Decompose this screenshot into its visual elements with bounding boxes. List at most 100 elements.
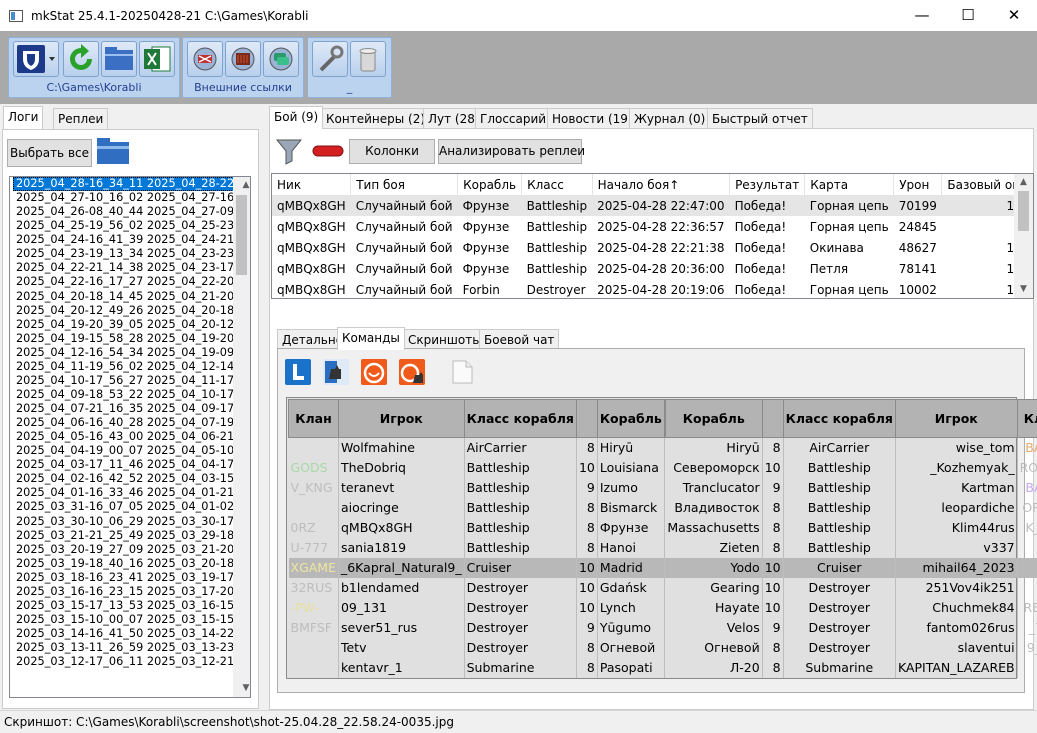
team-view-l-button[interactable] [285, 359, 311, 385]
log-item[interactable]: 2025_04_23-19_13_34 2025_04_23-23_14_58 [13, 247, 250, 261]
maximize-button[interactable]: ☐ [945, 0, 991, 31]
team-view-ship-button[interactable] [323, 359, 349, 385]
battles-scroll-up-icon[interactable]: ▲ [1014, 174, 1033, 191]
log-item[interactable]: 2025_03_19-18_40_16 2025_03_20-18_42_23 [13, 557, 250, 571]
log-item[interactable]: 2025_04_20-18_14_45 2025_04_21-20_53_08 [13, 290, 250, 304]
link-button-1[interactable] [187, 41, 223, 77]
tab-main-4[interactable]: Новости (19) [547, 108, 638, 129]
team-row[interactable]: aiocringe Battleship 8 Bismarck Владивосток 8… [288, 497, 1037, 518]
log-item[interactable]: 2025_03_12-17_06_11 2025_03_12-21_15_47 [13, 655, 250, 669]
close-button[interactable]: ✕ [991, 0, 1037, 31]
log-item[interactable]: 2025_03_31-16_07_05 2025_04_01-02_49_41 [13, 500, 250, 514]
log-item[interactable]: 2025_03_30-10_06_29 2025_03_30-17_47_57 [13, 515, 250, 529]
log-item[interactable]: 2025_04_07-21_16_35 2025_04_09-17_25_45 [13, 402, 250, 416]
log-item[interactable]: 2025_03_20-19_27_09 2025_03_21-20_24_48 [13, 543, 250, 557]
battle-row[interactable]: qMBQx8GH Случайный бой Forbin Destroyer 2025… [272, 279, 1033, 298]
log-item[interactable]: 2025_03_14-16_41_50 2025_03_14-22_53_47 [13, 627, 250, 641]
tab-main-6[interactable]: Быстрый отчет [707, 108, 813, 129]
excel-export-button[interactable] [139, 41, 175, 77]
tab-logs[interactable]: Логи [3, 106, 44, 129]
log-item[interactable]: 2025_03_18-16_23_41 2025_03_19-17_17_51 [13, 571, 250, 585]
teams-header-ship[interactable]: Корабль [664, 399, 763, 438]
log-item[interactable]: 2025_03_15-10_00_07 2025_03_15-15_31_28 [13, 613, 250, 627]
battles-col-header[interactable]: Карта [804, 174, 895, 195]
battles-col-header[interactable]: Тип боя [350, 174, 459, 195]
scroll-up-icon[interactable]: ▲ [236, 177, 250, 194]
analyze-replays-button[interactable]: Анализировать реплеи [438, 139, 585, 164]
columns-button[interactable]: Колонки [349, 139, 435, 164]
battles-col-header[interactable]: Корабль [457, 174, 523, 195]
teams-header-player[interactable]: Игрок [337, 399, 465, 438]
battles-scroll-down-icon[interactable]: ▼ [1014, 281, 1033, 298]
refresh-button[interactable] [63, 41, 99, 77]
tab-main-1[interactable]: Контейнеры (2) [321, 108, 431, 129]
log-item[interactable]: 2025_04_25-19_56_02 2025_04_25-23_56_38 [13, 219, 250, 233]
tab-main-5[interactable]: Журнал (0) [629, 108, 711, 129]
team-row[interactable]: BMFSF sever51_rus Destroyer 9 Yūgumo Velos 9 De… [288, 617, 1037, 638]
log-item[interactable]: 2025_04_05-16_43_00 2025_04_06-21_16_41 [13, 430, 250, 444]
link-button-3[interactable] [263, 41, 299, 77]
log-item[interactable]: 2025_04_19-20_39_05 2025_04_20-12_49_21 [13, 318, 250, 332]
team-row[interactable]: XGAME _6Kapral_Natural9_ Cruiser 10 Madrid Yo… [288, 557, 1037, 578]
log-item[interactable]: 2025_03_21-21_25_49 2025_03_29-18_22_00 [13, 529, 250, 543]
tab-replays[interactable]: Реплеи [53, 108, 109, 129]
log-item[interactable]: 2025_04_24-16_41_39 2025_04_24-21_38_17 [13, 233, 250, 247]
open-folder-button[interactable] [101, 41, 137, 77]
settings-button[interactable] [312, 41, 348, 77]
log-item[interactable]: 2025_04_06-16_40_28 2025_04_07-19_23_37 [13, 416, 250, 430]
team-view-face-ship-button[interactable] [399, 359, 425, 385]
log-scrollbar[interactable]: ▲ ▼ [233, 177, 250, 697]
teams-header-player[interactable]: Игрок [894, 399, 1018, 438]
filter-button[interactable] [275, 137, 303, 165]
log-item[interactable]: 2025_04_20-12_49_26 2025_04_20-18_14_41 [13, 304, 250, 318]
team-row[interactable]: Tetv Destroyer 8 Огневой Огневой 8 Destroyer sl… [288, 637, 1037, 658]
team-row[interactable]: 32RUS b1lendamed Destroyer 10 Gdańsk Gearing 1… [288, 577, 1037, 598]
log-item[interactable]: 2025_04_02-16_42_52 2025_04_03-15_57_18 [13, 472, 250, 486]
tab-main-0[interactable]: Бой (9) [269, 106, 324, 129]
game-select-button[interactable] [13, 41, 59, 77]
log-item[interactable]: 2025_04_12-16_54_34 2025_04_19-09_36_34 [13, 346, 250, 360]
battles-col-header[interactable]: Начало боя↑ [592, 174, 731, 195]
log-item[interactable]: 2025_04_01-16_33_46 2025_04_01-21_28_25 [13, 486, 250, 500]
log-item[interactable]: 2025_03_15-17_13_53 2025_03_16-15_38_28 [13, 599, 250, 613]
team-view-face-button[interactable] [361, 359, 387, 385]
tab-main-3[interactable]: Глоссарий [475, 108, 552, 129]
log-item[interactable]: 2025_04_22-16_17_27 2025_04_22-20_02_50 [13, 275, 250, 289]
battles-scrollbar[interactable]: ▲ ▼ [1014, 174, 1033, 298]
teams-header-tier[interactable] [575, 399, 598, 438]
team-row[interactable]: U-777 sania1819 Battleship 8 Hanoi Zieten 8 Bat… [288, 537, 1037, 558]
log-item[interactable]: 2025_04_22-21_14_38 2025_04_23-17_29_45 [13, 261, 250, 275]
battles-col-header[interactable]: Ник [272, 174, 352, 195]
battle-row[interactable]: qMBQx8GH Случайный бой Фрунзе Battleship 202… [272, 195, 1033, 216]
battles-col-header[interactable]: Урон [893, 174, 943, 195]
log-item[interactable]: 2025_04_04-19_00_07 2025_04_05-10_04_40 [13, 444, 250, 458]
tab-detail-1[interactable]: Команды [337, 327, 405, 350]
log-scroll-thumb[interactable] [236, 195, 247, 275]
log-item[interactable]: 2025_04_09-18_53_22 2025_04_10-17_19_51 [13, 388, 250, 402]
select-all-button[interactable]: Выбрать все [7, 139, 92, 167]
tab-detail-2[interactable]: Скриншоты [403, 329, 487, 350]
log-item[interactable]: 2025_04_19-15_58_28 2025_04_19-20_22_31 [13, 332, 250, 346]
teams-header-tier[interactable] [761, 399, 784, 438]
log-item[interactable]: 2025_03_16-16_23_15 2025_03_17-20_04_04 [13, 585, 250, 599]
trash-button[interactable] [350, 41, 386, 77]
battles-col-header[interactable]: Результат [729, 174, 806, 195]
teams-header-clan[interactable]: Клан [1016, 399, 1037, 438]
log-item[interactable]: 2025_04_03-17_11_46 2025_04_04-17_10_22 [13, 458, 250, 472]
log-item[interactable]: 2025_04_10-17_56_27 2025_04_11-17_51_50 [13, 374, 250, 388]
tab-detail-3[interactable]: Боевой чат [479, 329, 560, 350]
copy-button[interactable] [447, 357, 473, 384]
battles-scroll-thumb[interactable] [1018, 191, 1029, 231]
team-row[interactable]: 0RZ qMBQx8GH Battleship 8 Фрунзе Massachusett… [288, 517, 1037, 538]
log-item[interactable]: 2025_04_11-19_56_02 2025_04_12-14_45_08 [13, 360, 250, 374]
team-row[interactable]: -PW- 09_131 Destroyer 10 Lynch Hayate 10 Destro… [288, 597, 1037, 618]
folder-button[interactable] [96, 136, 130, 166]
team-row[interactable]: kentavr_1 Submarine 8 Pasopati Л-20 8 Submarin… [288, 657, 1037, 678]
teams-header-ship[interactable]: Корабль [596, 399, 665, 438]
teams-header-class[interactable]: Класс корабля [463, 399, 577, 438]
minimize-button[interactable]: — [899, 0, 945, 31]
team-row[interactable]: GODS TheDobriq Battleship 10 Louisiana Северо… [288, 457, 1037, 478]
teams-header-class[interactable]: Класс корабля [782, 399, 896, 438]
clear-filter-button[interactable] [312, 145, 344, 157]
battle-row[interactable]: qMBQx8GH Случайный бой Фрунзе Battleship 202… [272, 216, 1033, 237]
